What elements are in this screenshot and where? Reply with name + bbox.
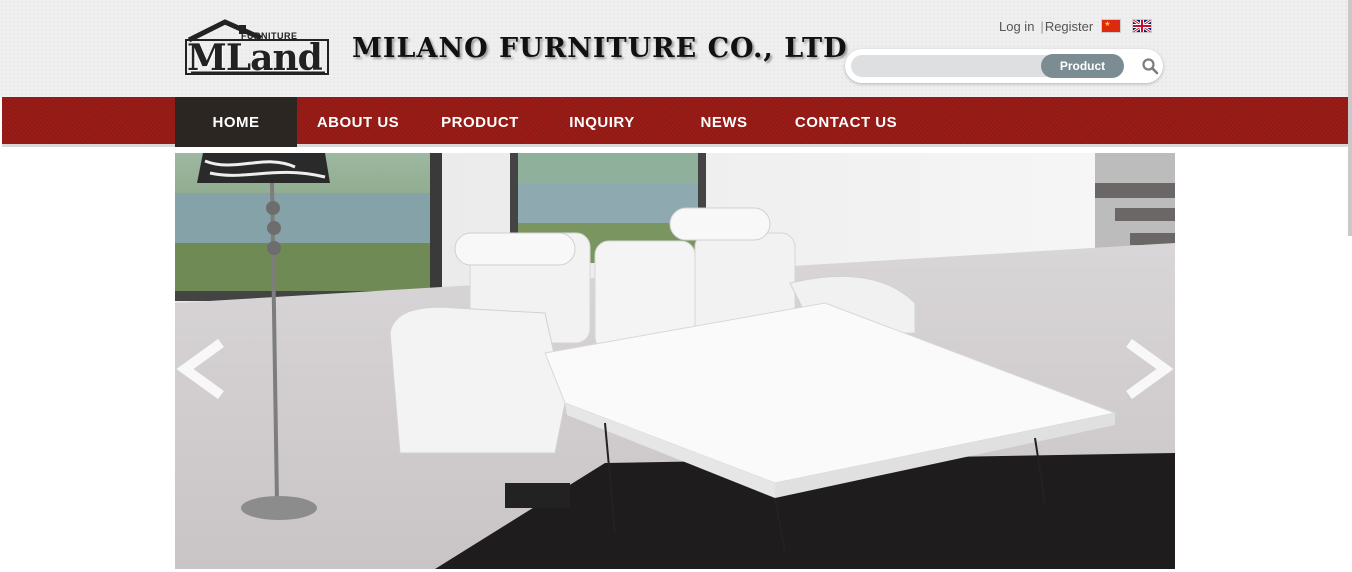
nav-about-us[interactable]: ABOUT US bbox=[297, 97, 419, 147]
china-flag-icon[interactable]: ★ bbox=[1101, 19, 1122, 33]
banner-image bbox=[175, 153, 1175, 569]
uk-flag-icon[interactable] bbox=[1132, 19, 1153, 33]
chevron-right-icon[interactable] bbox=[1123, 339, 1175, 399]
register-link[interactable]: Register bbox=[1045, 19, 1093, 34]
link-separator: | bbox=[1040, 18, 1044, 34]
company-name: MILANO FURNITURE CO., LTD bbox=[352, 33, 848, 64]
search-input[interactable] bbox=[851, 55, 1047, 77]
chevron-left-icon[interactable] bbox=[175, 339, 227, 399]
nav-contact-us[interactable]: CONTACT US bbox=[785, 97, 907, 147]
logo-word: MLand bbox=[187, 37, 323, 79]
page-scrollbar[interactable] bbox=[1348, 0, 1352, 236]
search-category-select[interactable]: Product bbox=[1041, 54, 1124, 78]
top-links: Log in | Register ★ bbox=[999, 17, 1153, 35]
nav-home[interactable]: HOME bbox=[175, 97, 297, 147]
nav-news[interactable]: NEWS bbox=[663, 97, 785, 147]
login-link[interactable]: Log in bbox=[999, 19, 1034, 34]
hero-banner[interactable] bbox=[175, 153, 1175, 569]
nav-inquiry[interactable]: INQUIRY bbox=[541, 97, 663, 147]
site-logo[interactable]: FURNITURE MLand bbox=[183, 18, 331, 78]
nav-product[interactable]: PRODUCT bbox=[419, 97, 541, 147]
search-bar: Product bbox=[845, 49, 1163, 83]
main-nav: HOME ABOUT US PRODUCT INQUIRY NEWS CONTA… bbox=[175, 97, 907, 147]
main-nav-bar: HOME ABOUT US PRODUCT INQUIRY NEWS CONTA… bbox=[2, 97, 1348, 147]
site-header: FURNITURE MLand MILANO FURNITURE CO., LT… bbox=[0, 0, 1352, 97]
search-icon[interactable] bbox=[1141, 57, 1159, 75]
